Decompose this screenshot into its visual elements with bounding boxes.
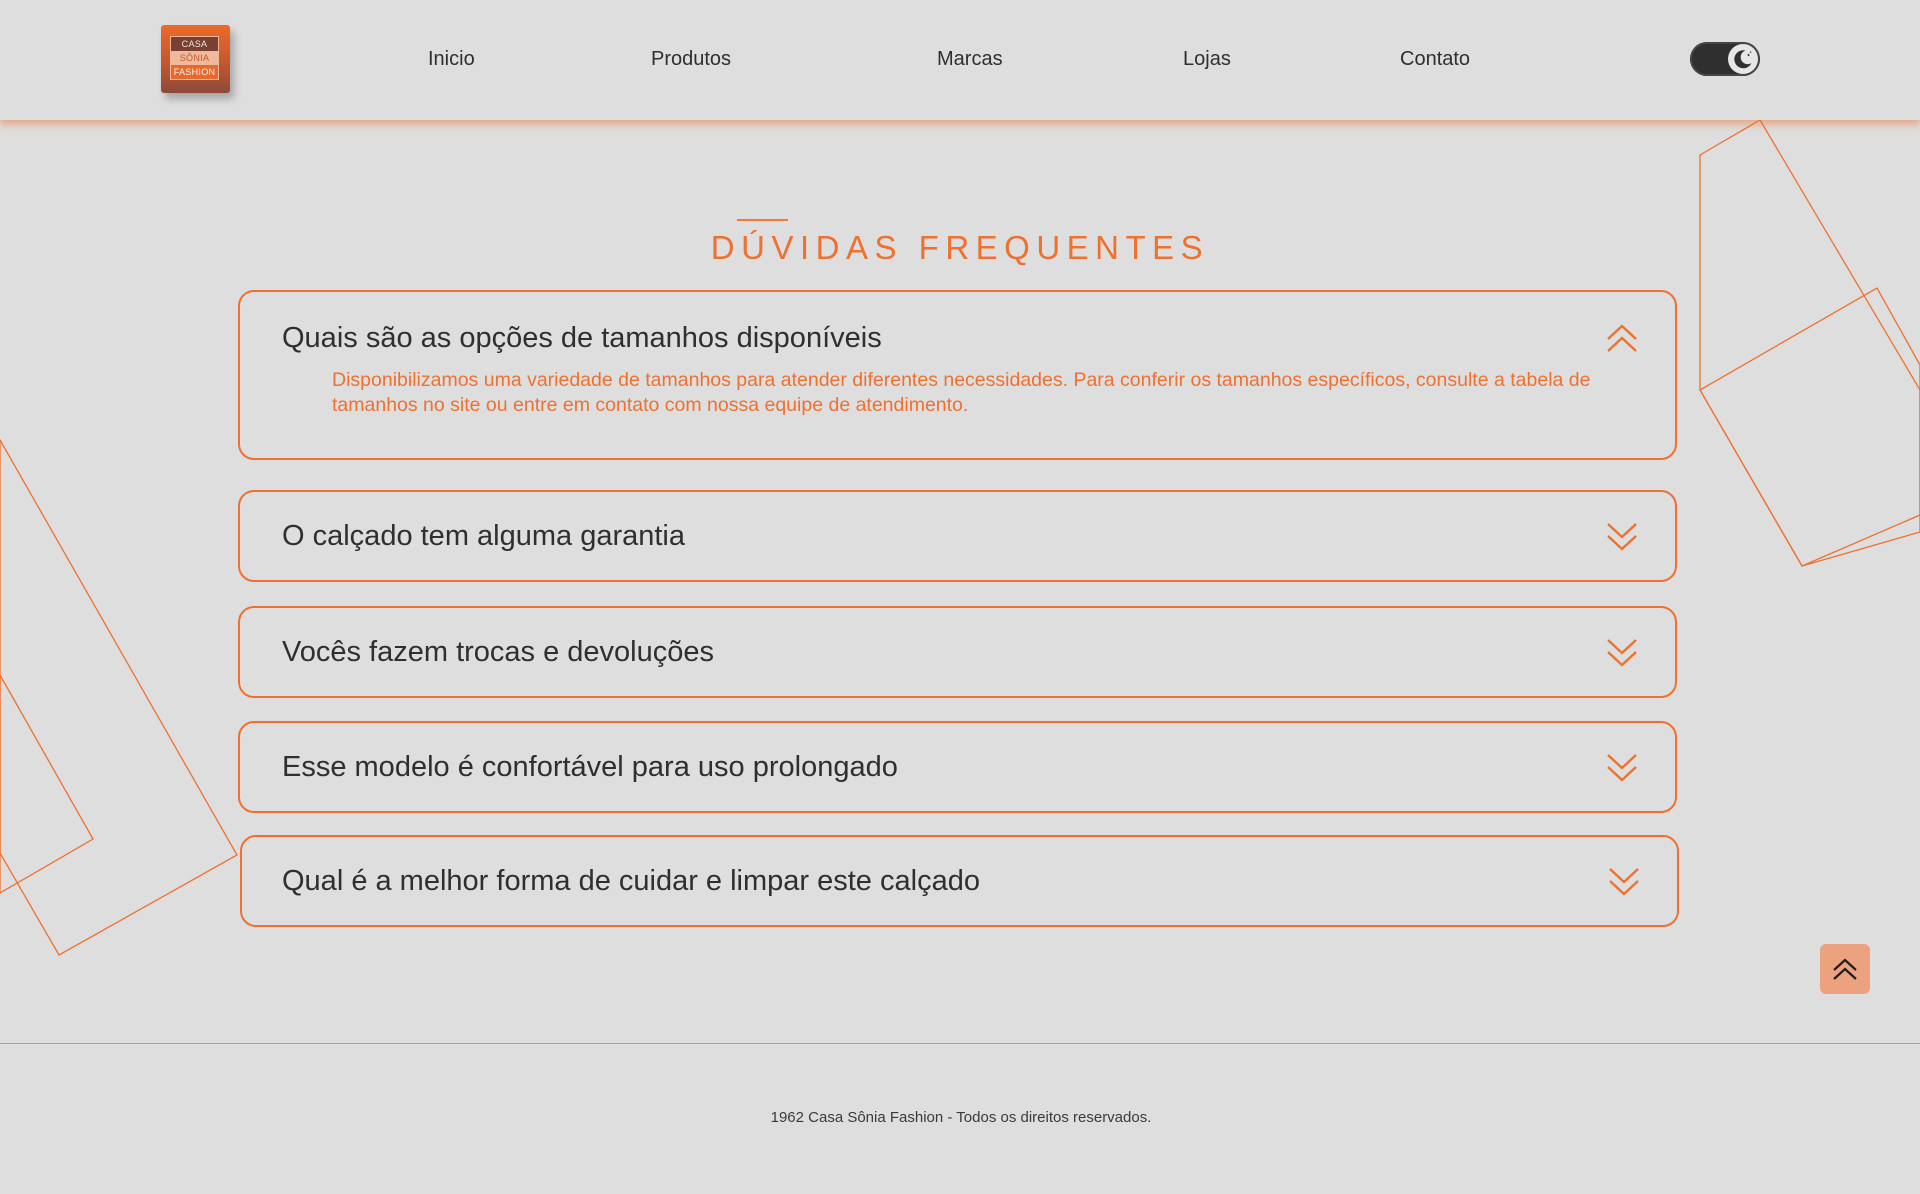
chevron-double-down-icon[interactable] <box>1607 866 1641 898</box>
faq-item[interactable]: Esse modelo é confortável para uso prolo… <box>238 721 1677 813</box>
brand-logo-mark: CASA SÔNIA FASHION <box>170 36 219 80</box>
nav-link-contato[interactable]: Contato <box>1400 45 1470 73</box>
site-header: CASA SÔNIA FASHION Inicio Produtos Marca… <box>0 0 1920 120</box>
faq-item[interactable]: Qual é a melhor forma de cuidar e limpar… <box>240 835 1679 927</box>
nav-link-produtos[interactable]: Produtos <box>651 45 731 73</box>
background-decoration <box>0 119 1920 956</box>
moon-icon <box>1734 50 1752 69</box>
logo-line-sonia: SÔNIA <box>170 51 219 65</box>
faq-title-divider <box>737 219 788 221</box>
faq-question[interactable]: Qual é a melhor forma de cuidar e limpar… <box>282 863 980 899</box>
deco-shape-left-2 <box>0 673 94 894</box>
faq-question[interactable]: Vocês fazem trocas e devoluções <box>282 634 714 670</box>
theme-toggle-knob <box>1728 44 1758 74</box>
deco-shape-right-2 <box>1699 287 1920 567</box>
chevron-double-up-icon <box>1833 958 1857 980</box>
faq-question[interactable]: Quais são as opções de tamanhos disponív… <box>282 320 882 356</box>
faq-title: DÚVIDAS FREQUENTES <box>710 229 1210 266</box>
brand-logo[interactable]: CASA SÔNIA FASHION <box>161 25 230 93</box>
footer-divider <box>0 1043 1920 1044</box>
faq-item[interactable]: Vocês fazem trocas e devoluções <box>238 606 1677 698</box>
nav-link-lojas[interactable]: Lojas <box>1183 45 1231 73</box>
deco-shape-right-1 <box>1699 119 1920 567</box>
faq-answer: Disponibilizamos uma variedade de tamanh… <box>332 369 1591 416</box>
faq-item[interactable]: O calçado tem alguma garantia <box>238 490 1677 582</box>
footer-copyright: 1962 Casa Sônia Fashion - Todos os direi… <box>770 1109 1152 1126</box>
logo-line-casa: CASA <box>170 36 219 51</box>
deco-shape-left-1 <box>0 438 238 956</box>
nav-link-inicio[interactable]: Inicio <box>428 45 475 73</box>
faq-question[interactable]: O calçado tem alguma garantia <box>282 518 685 554</box>
nav-link-marcas[interactable]: Marcas <box>937 45 1003 73</box>
faq-question[interactable]: Esse modelo é confortável para uso prolo… <box>282 749 898 785</box>
chevron-double-down-icon[interactable] <box>1605 752 1639 784</box>
logo-line-fashion: FASHION <box>170 65 219 80</box>
chevron-double-down-icon[interactable] <box>1605 521 1639 553</box>
chevron-double-down-icon[interactable] <box>1605 637 1639 669</box>
faq-item[interactable]: Quais são as opções de tamanhos disponív… <box>238 290 1677 460</box>
chevron-double-up-icon[interactable] <box>1605 322 1639 354</box>
scroll-to-top-button[interactable] <box>1820 944 1870 994</box>
theme-toggle[interactable] <box>1690 42 1760 76</box>
